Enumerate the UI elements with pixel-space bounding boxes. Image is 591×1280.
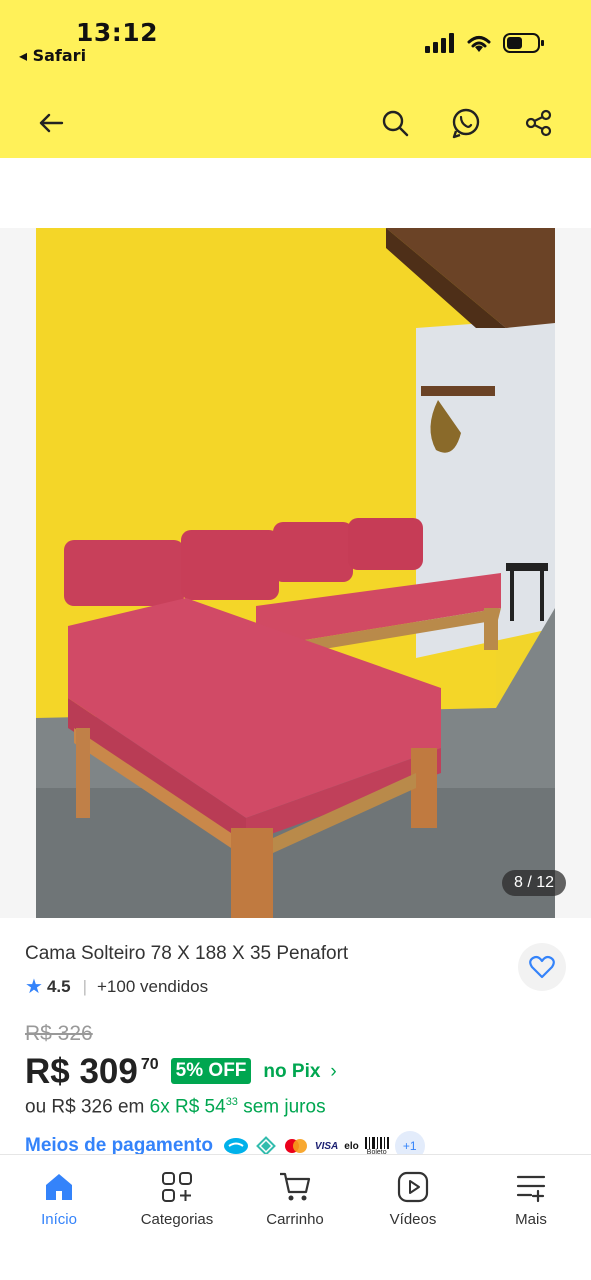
video-icon xyxy=(397,1171,429,1203)
rating-row[interactable]: ★ 4.5 | +100 vendidos xyxy=(25,974,208,999)
tab-carrinho[interactable]: Carrinho xyxy=(236,1171,354,1228)
status-time: 13:12 xyxy=(76,18,159,47)
categories-icon xyxy=(162,1172,192,1202)
heart-icon xyxy=(529,955,555,979)
product-gallery[interactable]: 8 / 12 xyxy=(0,228,591,918)
original-price: R$ 326 xyxy=(25,1022,93,1045)
discount-badge: 5% OFF xyxy=(170,1058,252,1084)
home-icon xyxy=(46,1174,72,1200)
pix-link[interactable]: no Pix xyxy=(263,1061,320,1083)
top-header: 13:12 ◂ Safari xyxy=(0,0,591,158)
whatsapp-icon[interactable] xyxy=(447,104,485,142)
price-row: R$ 309 70 5% OFF no Pix › xyxy=(25,1052,337,1092)
tab-label: Carrinho xyxy=(266,1211,324,1228)
sold-count: +100 vendidos xyxy=(97,976,209,996)
tab-inicio[interactable]: Início xyxy=(0,1171,118,1228)
installments-cents: 33 xyxy=(225,1096,238,1108)
status-icons xyxy=(425,32,545,54)
rating-separator: | xyxy=(82,976,87,996)
chevron-right-icon[interactable]: › xyxy=(330,1061,336,1083)
product-title: Cama Solteiro 78 X 188 X 35 Penafort xyxy=(25,943,349,964)
wifi-icon xyxy=(467,36,491,52)
installments-suffix: sem juros xyxy=(237,1096,326,1118)
search-icon[interactable] xyxy=(376,104,414,142)
menu-icon xyxy=(516,1175,546,1203)
installments-text: ou R$ 326 em 6x R$ 5433 sem juros xyxy=(25,1096,326,1118)
tab-categorias[interactable]: Categorias xyxy=(118,1171,236,1228)
tab-mais[interactable]: Mais xyxy=(472,1171,590,1228)
tab-label: Início xyxy=(41,1211,77,1228)
share-icon[interactable] xyxy=(520,104,558,142)
installments-prefix: ou R$ 326 em xyxy=(25,1096,150,1118)
signal-icon xyxy=(425,33,454,53)
back-arrow-icon[interactable] xyxy=(32,104,70,142)
photo-counter-badge: 8 / 12 xyxy=(501,870,566,896)
tab-label: Vídeos xyxy=(389,1211,437,1228)
current-price: R$ 309 xyxy=(25,1052,138,1091)
bottom-tab-bar: Início Categorias Carrinho Vídeos Mais xyxy=(0,1154,591,1280)
back-to-safari-link[interactable]: ◂ Safari xyxy=(19,46,86,65)
favorite-button[interactable] xyxy=(518,943,566,991)
tab-label: Categorias xyxy=(140,1211,214,1228)
tab-videos[interactable]: Vídeos xyxy=(354,1171,472,1228)
battery-icon xyxy=(503,33,544,53)
spacer xyxy=(0,158,591,228)
product-photo[interactable] xyxy=(36,228,555,918)
cart-icon xyxy=(280,1172,311,1201)
installments-count: 6x R$ 54 xyxy=(149,1096,226,1118)
star-icon: ★ xyxy=(25,976,43,998)
rating-value: 4.5 xyxy=(46,976,71,996)
current-price-cents: 70 xyxy=(140,1056,159,1073)
tab-label: Mais xyxy=(515,1211,547,1228)
